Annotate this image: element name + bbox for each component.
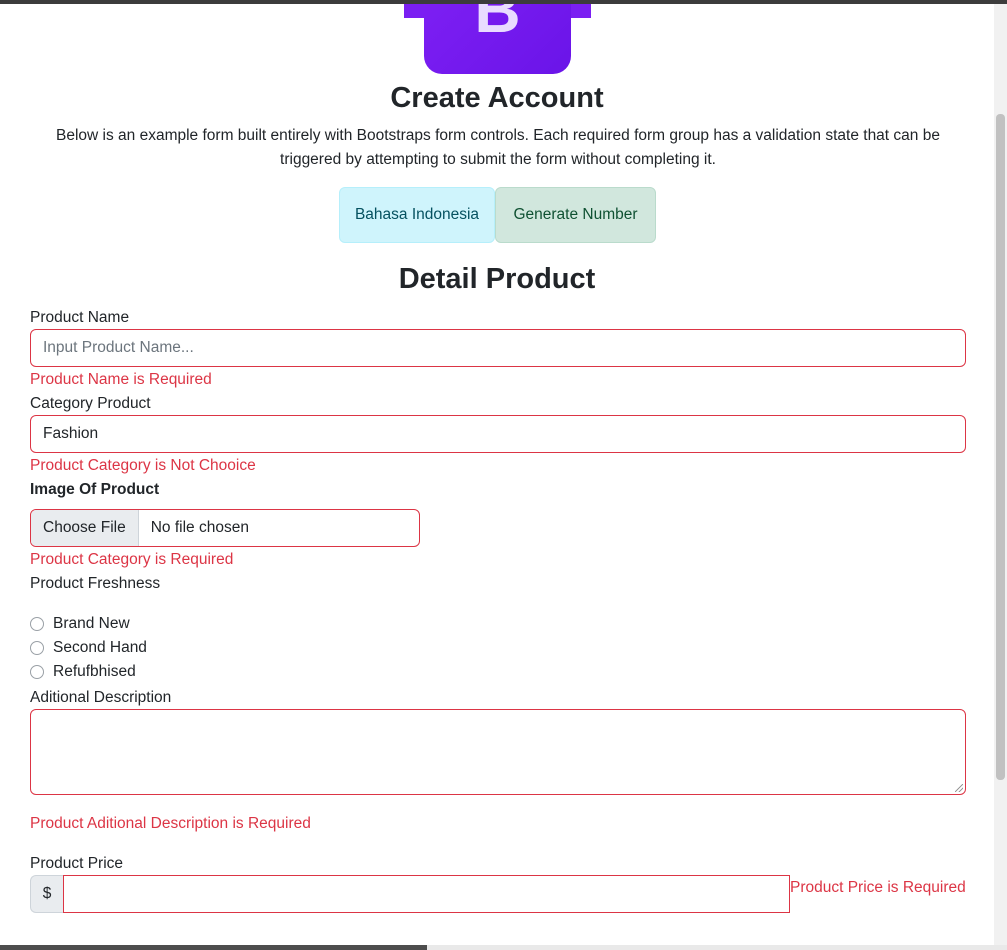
category-selected-value: Fashion [43,425,99,442]
section-title: Detail Product [398,263,596,295]
image-file-input[interactable]: Choose File No file chosen [30,509,420,547]
radio-label: Brand New [53,615,130,632]
resize-grip-icon[interactable] [955,784,963,792]
description-label: Aditional Description [30,689,172,706]
product-name-label: Product Name [30,309,130,326]
image-label: Image Of Product [30,481,160,498]
language-button[interactable]: Bahasa Indonesia [339,187,495,243]
price-label: Product Price [30,855,124,872]
page-title: Create Account [390,82,604,114]
intro-text: Below is an example form built entirely … [56,127,940,168]
page-viewport: B Create Account Below is an example for… [0,4,1007,945]
radio-circle-icon[interactable] [30,617,44,631]
choose-file-button[interactable]: Choose File [31,510,139,546]
image-error: Product Category is Required [30,551,234,568]
price-input-group: $ [30,875,790,913]
vertical-scrollbar[interactable] [994,4,1007,945]
price-error: Product Price is Required [790,879,966,896]
radio-label: Second Hand [53,639,147,656]
radio-circle-icon[interactable] [30,641,44,655]
product-name-error: Product Name is Required [30,371,212,388]
category-label: Category Product [30,395,151,412]
radio-brand-new[interactable]: Brand New [30,615,130,633]
description-error: Product Aditional Description is Require… [30,815,311,832]
radio-second-hand[interactable]: Second Hand [30,639,147,657]
radio-label: Refufbhised [53,663,136,680]
taskbar-light-segment [427,945,1007,950]
radio-circle-icon[interactable] [30,665,44,679]
price-prefix: $ [30,875,63,913]
price-input[interactable] [63,875,790,913]
generate-number-button[interactable]: Generate Number [495,187,656,243]
bootstrap-logo: B [404,4,591,78]
category-select[interactable]: Fashion [30,415,966,453]
freshness-label: Product Freshness [30,575,161,592]
product-name-input[interactable] [30,329,966,367]
radio-refurbished[interactable]: Refufbhised [30,663,136,681]
category-error: Product Category is Not Chooice [30,457,256,474]
logo-letter: B [474,4,521,46]
scrollbar-thumb[interactable] [996,114,1005,780]
file-status: No file chosen [150,519,249,536]
description-textarea[interactable] [30,709,966,795]
taskbar-strip [0,945,1007,950]
